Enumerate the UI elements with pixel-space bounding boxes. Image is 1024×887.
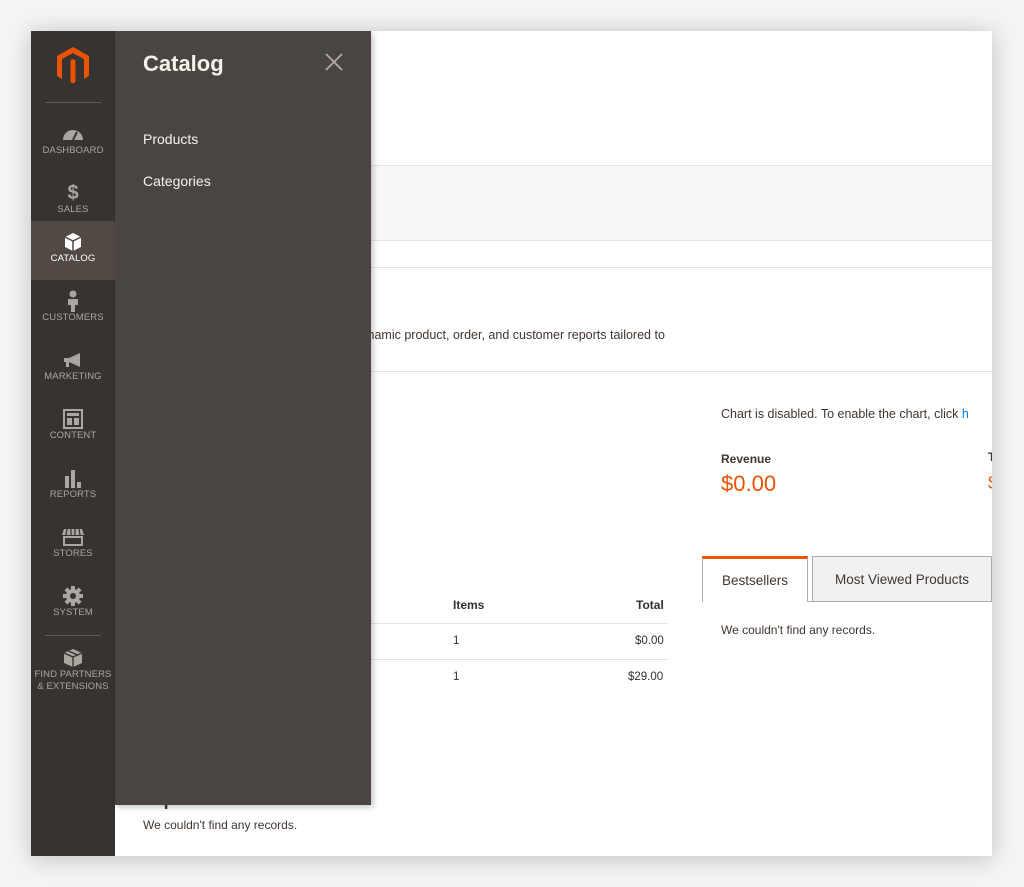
layout-icon [31,408,115,430]
revenue-value: $0.00 [721,471,777,496]
sidebar-item-find-partners[interactable]: FIND PARTNERS & EXTENSIONS [31,643,115,703]
sidebar-item-reports[interactable]: REPORTS [31,457,115,516]
sidebar-item-label: MARKETING [44,371,102,382]
sidebar-item-content[interactable]: CONTENT [31,398,115,457]
sidebar-item-marketing[interactable]: MARKETING [31,339,115,398]
tab-underline [808,601,992,602]
tax-value-clipped: $ [988,473,992,494]
admin-window: d of your business' performance, using o… [31,31,992,856]
sidebar-item-label: DASHBOARD [42,145,104,156]
revenue-label: Revenue [721,452,772,466]
table-cell-items: 1 [453,671,460,683]
dashboard-icon [31,123,115,145]
person-icon [31,290,115,312]
catalog-flyout-panel: Catalog Products Categories [115,31,371,805]
tab-bestsellers[interactable]: Bestsellers [702,556,808,602]
sidebar-item-label: CUSTOMERS [42,312,104,323]
sidebar-item-dashboard[interactable]: DASHBOARD [31,113,115,172]
sidebar-item-label: SALES [57,204,89,215]
flyout-link-categories[interactable]: Categories [143,173,211,189]
close-icon[interactable] [323,51,345,73]
divider [45,635,101,636]
enable-chart-link[interactable]: h [962,407,969,421]
magento-logo-icon[interactable] [53,45,93,87]
partners-box-icon [31,647,115,669]
flyout-link-products[interactable]: Products [143,131,198,147]
sidebar-item-customers[interactable]: CUSTOMERS [31,280,115,339]
sidebar-item-stores[interactable]: STORES [31,516,115,575]
tab-empty-message: We couldn't find any records. [721,623,876,637]
sidebar-item-system[interactable]: SYSTEM [31,575,115,634]
table-cell-total: $29.00 [628,671,664,683]
dollar-icon: $ [67,181,79,204]
tax-label-clipped: T [988,450,992,464]
chart-disabled-note: Chart is disabled. To enable the chart, … [721,407,969,421]
partners-label-line2: & EXTENSIONS [37,681,109,692]
table-cell-total: $0.00 [635,635,664,647]
sidebar-item-label: SYSTEM [53,607,93,618]
search-terms-empty-message: We couldn't find any records. [143,818,298,832]
admin-sidebar: DASHBOARD $ SALES CATALOG CUSTOMERS MARK… [31,31,115,856]
divider [45,102,101,103]
sidebar-item-label: STORES [53,548,93,559]
flyout-title: Catalog [143,51,224,76]
bar-chart-icon [31,467,115,489]
store-icon [31,526,115,548]
gear-icon [31,585,115,607]
column-header-items[interactable]: Items [453,598,484,612]
sidebar-item-label: CONTENT [49,430,97,441]
column-header-total[interactable]: Total [636,598,664,612]
sidebar-item-label: FIND PARTNERS & EXTENSIONS [31,669,115,693]
tab-most-viewed-products[interactable]: Most Viewed Products [812,556,992,602]
partners-label-line1: FIND PARTNERS [34,669,112,680]
sidebar-item-label: CATALOG [50,253,96,264]
box-icon [31,231,115,253]
table-cell-items: 1 [453,635,460,647]
megaphone-icon [31,349,115,371]
sidebar-item-label: REPORTS [49,489,97,500]
sidebar-item-catalog[interactable]: CATALOG [31,221,115,280]
